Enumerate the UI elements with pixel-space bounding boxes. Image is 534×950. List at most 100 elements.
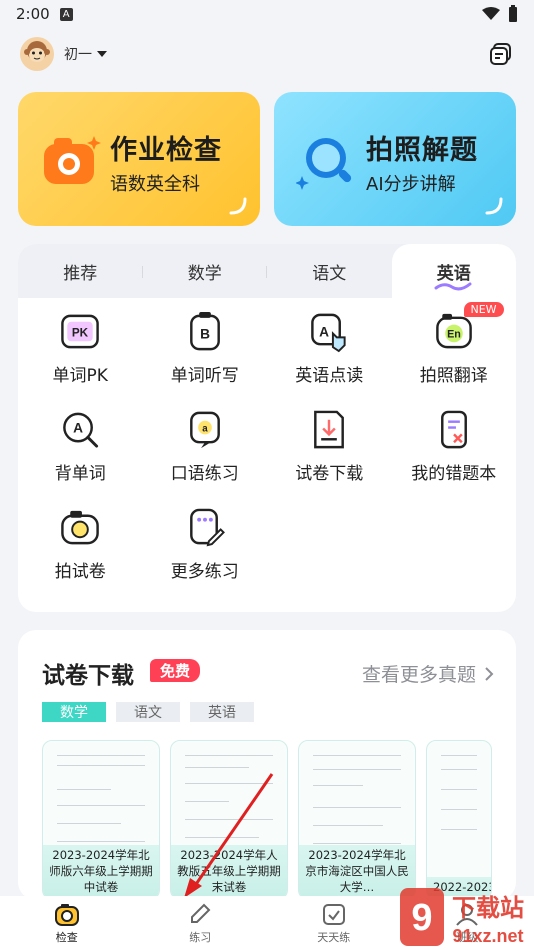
camera-icon (44, 136, 101, 184)
tab-label: 语文 (312, 263, 347, 284)
paper-thumbnail (435, 749, 483, 859)
homework-check-subtitle: 语数英全科 (110, 174, 200, 195)
tool-label: 英语点读 (295, 366, 364, 386)
avatar[interactable] (20, 37, 54, 71)
tab-recommend[interactable]: 推荐 (18, 244, 143, 298)
tabbar-label: 天天练 (317, 931, 351, 944)
photo-solve-card[interactable]: 拍照解题 AI分步讲解 (274, 92, 516, 226)
svg-text:a: a (202, 423, 208, 434)
chevron-right-icon (485, 666, 494, 681)
tool-label: 单词PK (52, 366, 108, 386)
tab-label: 推荐 (63, 263, 98, 284)
chip-math[interactable]: 数学 (42, 702, 106, 722)
top-header: 初一 (0, 32, 534, 76)
paper-title: 2023-2024学年人教版五年级上学期期末试卷 (171, 845, 287, 897)
photo-paper-icon (61, 510, 100, 545)
grade-label: 初一 (64, 47, 92, 63)
battery-icon (509, 5, 517, 22)
paper-card[interactable]: 2023-2024学年人教版五年级上学期期末试卷 (170, 740, 288, 900)
more-practice-icon (189, 508, 225, 547)
tool-photo-translate[interactable]: En NEW 拍照翻译 (392, 302, 517, 386)
wifi-icon (482, 7, 500, 20)
camera-icon (54, 904, 79, 926)
monkey-avatar-icon (20, 37, 54, 71)
tool-label: 我的错题本 (411, 464, 497, 484)
corner-arc-icon (229, 197, 247, 215)
paper-title: 2023-2024学年北师版六年级上学期期中试卷 (43, 845, 159, 897)
dictation-icon: B (189, 311, 220, 351)
tabbar-label: 检查 (55, 931, 78, 944)
pencil-icon (191, 903, 211, 923)
svg-text:B: B (200, 326, 210, 341)
oral-practice-icon: a (189, 411, 220, 449)
tool-oral-practice[interactable]: a 口语练习 (143, 408, 268, 484)
tabbar-check[interactable]: 检查 (0, 896, 134, 950)
tool-label: 更多练习 (170, 562, 239, 582)
caret-down-icon (97, 51, 107, 57)
paper-list: 2023-2024学年北师版六年级上学期期中试卷 2023-2024学年人教版五… (42, 740, 492, 900)
svg-text:9: 9 (411, 897, 432, 939)
subject-tabs: 推荐 数学 语文 英语 (18, 244, 516, 298)
tool-dictation[interactable]: B 单词听写 (143, 310, 268, 386)
tabbar-practice[interactable]: 练习 (134, 896, 268, 950)
view-more-label: 查看更多真题 (361, 664, 476, 686)
notification-icon: A (59, 7, 73, 21)
tool-word-pk[interactable]: PK 单词PK (18, 310, 143, 386)
tool-mistake-book[interactable]: 我的错题本 (392, 408, 517, 484)
tool-grid: PK 单词PK B 单词听写 A 英语点读 En NEW 拍照翻译 A 背单词 … (18, 302, 517, 582)
tool-photo-paper[interactable]: 拍试卷 (18, 506, 143, 582)
paper-thumbnail (179, 749, 279, 859)
status-time: 2:00 (16, 5, 50, 23)
tool-paper-download[interactable]: 试卷下载 (267, 408, 392, 484)
tool-label: 背单词 (54, 464, 106, 484)
chip-english[interactable]: 英语 (190, 702, 254, 722)
paper-title: 2023-2024学年北京市海淀区中国人民大学… (299, 845, 415, 897)
tab-math[interactable]: 数学 (143, 244, 268, 298)
photo-solve-subtitle: AI分步讲解 (366, 174, 456, 195)
svg-text:En: En (447, 328, 461, 340)
subject-chips: 数学 语文 英语 (42, 702, 254, 722)
free-badge: 免费 (150, 659, 201, 682)
memorize-words-icon: A (63, 412, 99, 448)
corner-arc-icon (485, 197, 503, 215)
point-read-icon: A (311, 313, 346, 353)
paper-card[interactable]: 2023-2024学年北师版六年级上学期期中试卷 (42, 740, 160, 900)
active-tab-squiggle-icon (434, 282, 471, 291)
tool-label: 拍试卷 (54, 562, 106, 582)
homework-check-title: 作业检查 (110, 135, 222, 166)
view-more-link[interactable]: 查看更多真题 (362, 660, 494, 687)
paper-card[interactable]: 2022-2023学年六年级上学期… (426, 740, 492, 900)
svg-text:91xz.net: 91xz.net (452, 926, 523, 946)
svg-text:下载站: 下载站 (452, 894, 524, 922)
tool-label: 口语练习 (170, 464, 239, 484)
new-badge: NEW (463, 302, 504, 317)
homework-check-card[interactable]: 作业检查 语数英全科 (18, 92, 260, 226)
calendar-check-icon (322, 904, 345, 925)
magnifier-icon (296, 138, 352, 190)
mistake-book-icon (440, 410, 467, 449)
section-title: 试卷下载 (42, 663, 134, 689)
word-pk-icon: PK (61, 314, 100, 349)
paper-thumbnail (307, 749, 407, 859)
svg-text:A: A (319, 324, 329, 339)
tool-memorize-words[interactable]: A 背单词 (18, 408, 143, 484)
message-icon[interactable] (488, 41, 514, 67)
grade-selector[interactable]: 初一 (64, 44, 108, 64)
photo-solve-title: 拍照解题 (366, 135, 478, 166)
chip-chinese[interactable]: 语文 (116, 702, 180, 722)
watermark-logo: 9 下载站 91xz.net (400, 888, 524, 946)
tool-more-practice[interactable]: 更多练习 (143, 506, 268, 582)
tab-label: 数学 (187, 263, 222, 284)
tab-english[interactable]: 英语 (391, 244, 516, 298)
tool-point-read[interactable]: A 英语点读 (267, 310, 392, 386)
paper-card[interactable]: 2023-2024学年北京市海淀区中国人民大学… (298, 740, 416, 900)
tool-label: 单词听写 (170, 366, 239, 386)
status-bar: 2:00 A (0, 0, 534, 28)
tab-chinese[interactable]: 语文 (267, 244, 392, 298)
paper-download-section: 试卷下载 免费 查看更多真题 数学 语文 英语 2023-2024学年北师版六年… (18, 630, 516, 900)
svg-text:A: A (73, 420, 83, 435)
tabbar-daily[interactable]: 天天练 (267, 896, 401, 950)
tool-label: 拍照翻译 (419, 366, 488, 386)
subject-tools-card: 推荐 数学 语文 英语 PK 单词PK B 单词听写 A 英语点读 En NEW… (18, 244, 516, 612)
tabbar-label: 练习 (189, 931, 212, 944)
